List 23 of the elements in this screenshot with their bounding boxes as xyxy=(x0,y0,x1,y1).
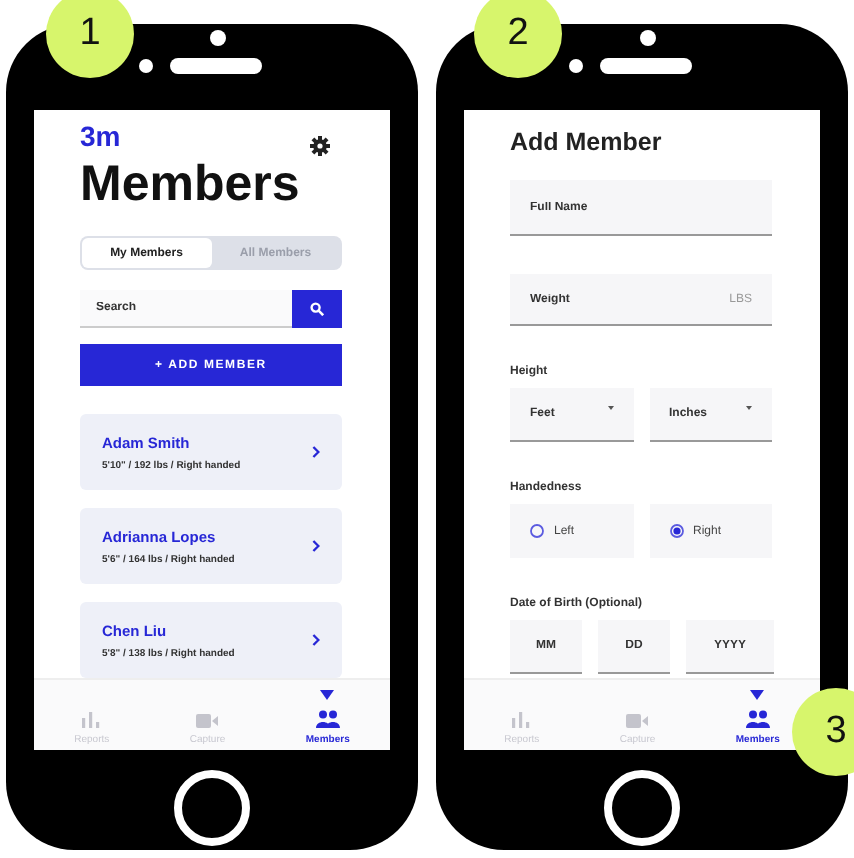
video-camera-icon xyxy=(196,714,219,728)
home-button[interactable] xyxy=(604,770,680,846)
caret-icon xyxy=(746,406,752,410)
page-title: Members xyxy=(80,158,302,210)
people-icon xyxy=(745,710,770,728)
bar-chart-icon xyxy=(82,712,101,728)
search-button[interactable] xyxy=(292,290,342,329)
app-logo: 3m xyxy=(80,122,121,150)
radio-button[interactable] xyxy=(669,524,683,538)
indicator-icon xyxy=(320,690,335,700)
chevron-right-icon xyxy=(312,446,320,458)
search-icon xyxy=(310,302,324,317)
chevron-right-icon xyxy=(312,634,320,646)
radio-button[interactable] xyxy=(530,524,544,538)
video-camera-icon xyxy=(626,714,649,728)
home-button[interactable] xyxy=(174,770,250,846)
chevron-right-icon xyxy=(312,540,320,552)
indicator-icon xyxy=(750,690,765,700)
settings-icon[interactable] xyxy=(310,136,330,156)
bar-chart-icon xyxy=(512,712,531,728)
page-title: Add Member xyxy=(510,128,664,156)
people-icon xyxy=(315,710,340,728)
caret-icon xyxy=(607,406,613,410)
